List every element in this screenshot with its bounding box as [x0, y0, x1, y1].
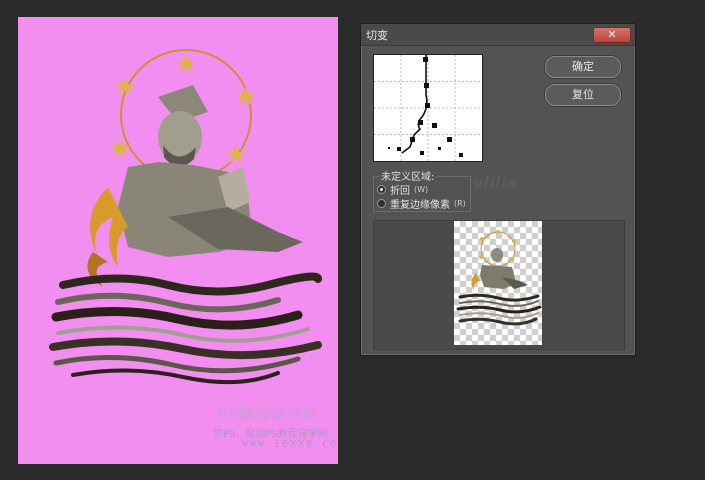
reset-button[interactable]: 复位 — [545, 84, 621, 106]
radio-wrap-around[interactable]: 折回 (W) — [377, 182, 428, 197]
document-canvas: PS教程自学网 学PS，就到PS教程自学网 WWW.16XX8.COM — [18, 17, 338, 464]
shear-curve-editor[interactable] — [373, 54, 483, 162]
shear-dialog: 切变 ✕ 确定 复位 未定义区域: 折回 (W) 重复边缘像素 (R) ulil… — [360, 23, 636, 356]
radio-wrap-around-label: 折回 — [390, 186, 410, 197]
watermark-stamp: ulilia — [473, 175, 518, 191]
watermark-subtitle: 学PS，就到PS教程自学网 — [213, 429, 328, 440]
radio-repeat-edge-hotkey: (R) — [454, 199, 466, 208]
dialog-titlebar[interactable]: 切变 ✕ — [361, 24, 635, 46]
radio-repeat-edge-label: 重复边缘像素 — [390, 200, 450, 211]
radio-unselected-icon[interactable] — [377, 199, 386, 208]
watermark-url: WWW.16XX8.COM — [242, 439, 338, 450]
watermark-title: PS教程自学网 — [218, 405, 319, 423]
radio-repeat-edge[interactable]: 重复边缘像素 (R) — [377, 196, 466, 211]
dialog-title: 切变 — [366, 29, 388, 42]
preview-thumbnail — [454, 221, 542, 345]
statue-artwork — [49, 49, 322, 385]
undefined-area-label: 未定义区域: — [379, 168, 437, 183]
ok-button[interactable]: 确定 — [545, 56, 621, 78]
close-button[interactable]: ✕ — [593, 27, 631, 43]
preview-artwork — [456, 230, 542, 326]
close-x-icon: ✕ — [607, 28, 617, 41]
radio-selected-icon[interactable] — [377, 185, 386, 194]
radio-wrap-around-hotkey: (W) — [414, 185, 429, 194]
